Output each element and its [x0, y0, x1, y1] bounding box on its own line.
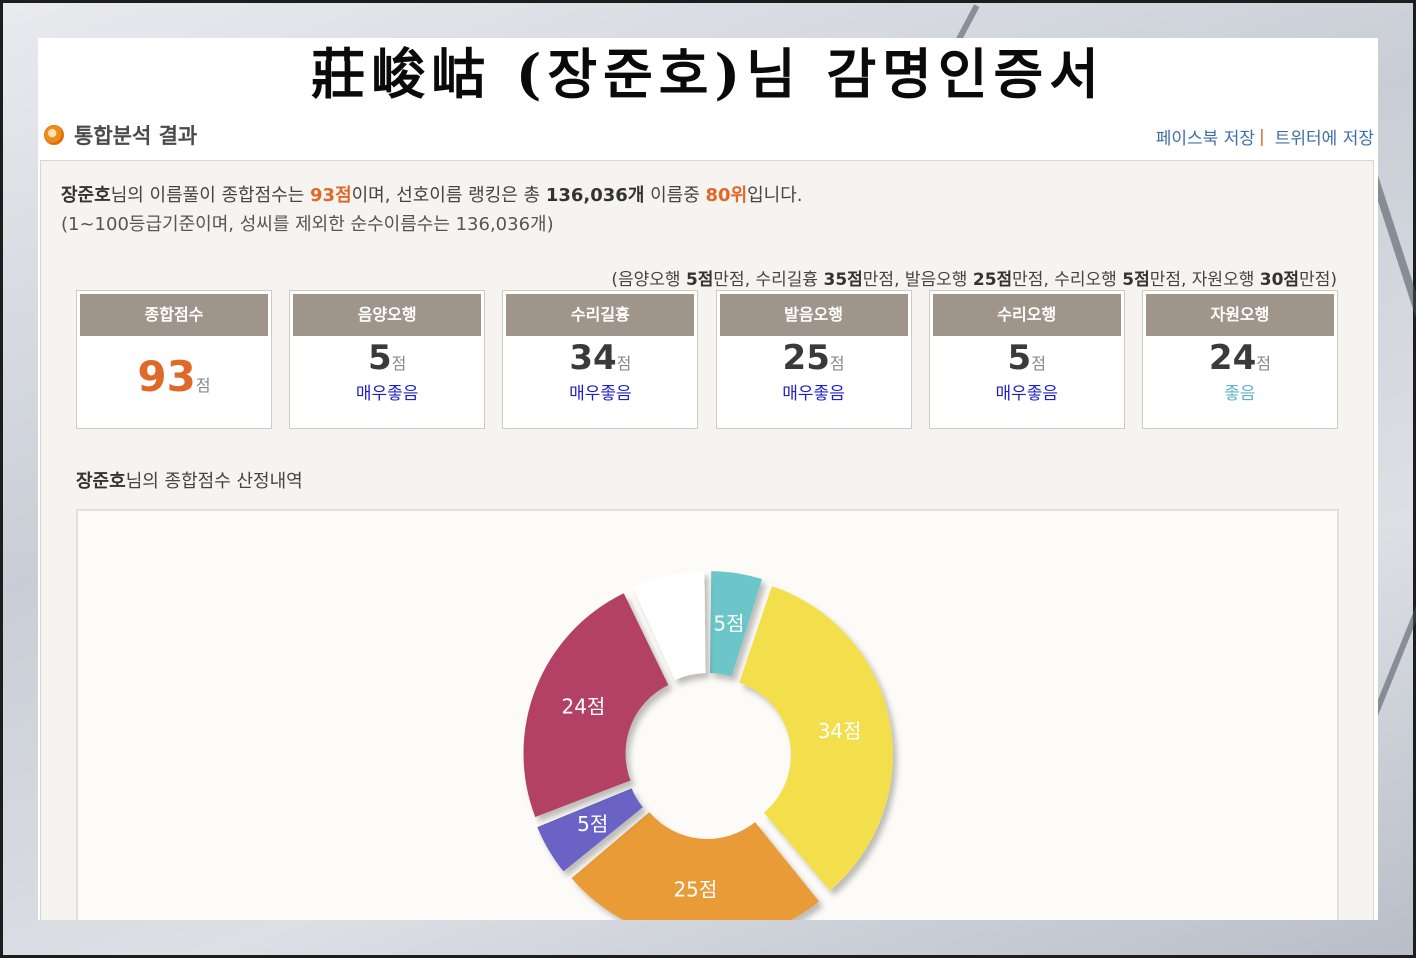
score-number: 25: [782, 338, 830, 378]
score-unit: 점: [829, 354, 845, 373]
score-boxes: 종합점수 93점 음양오행 5점 매우좋음 수리길흉 34점 매우좋음 발음오행…: [76, 290, 1338, 430]
score-box-jawon: 자원오행 24점 좋음: [1141, 290, 1338, 429]
slice-label: 5점: [577, 812, 608, 836]
note-text: 만점, 발음오행: [862, 270, 973, 290]
score-unit: 점: [391, 354, 407, 373]
slice-label: 24점: [561, 695, 605, 719]
section-title: 통합분석 결과: [74, 124, 198, 148]
share-separator: |: [1259, 126, 1265, 147]
summary-text: 입니다.: [747, 185, 803, 206]
twitter-save-link[interactable]: 트위터에 저장: [1275, 124, 1374, 149]
summary-note: (1~100등급기준이며, 성씨를 제외한 순수이름수는 136,036개): [61, 214, 554, 235]
certificate-title: 莊峻岵 (장준호)님 감명인증서: [311, 42, 1105, 106]
score-box-eumyang: 음양오행 5점 매우좋음: [289, 290, 486, 429]
score-number: 34: [569, 338, 617, 378]
score-box-suri-gilhyung: 수리길흉 34점 매우좋음: [502, 290, 699, 429]
summary-text: 이며, 선호이름 랭킹은 총: [351, 185, 546, 206]
slice-label: 25점: [673, 877, 717, 901]
note-text: 만점, 수리길흉: [713, 270, 824, 290]
score-box-total: 종합점수 93점: [76, 290, 272, 429]
score-unit: 점: [616, 354, 632, 373]
score-box-value: 34점: [503, 339, 697, 383]
score-grade: 매우좋음: [782, 384, 845, 404]
note-value: 25점: [972, 270, 1013, 290]
summary-text: 님의 이름풀이 종합점수는: [110, 185, 311, 206]
score-number: 5: [1007, 338, 1032, 378]
score-breakdown-chart: 5점 34점 25점 5점 24점: [76, 509, 1339, 920]
score-unit: 점: [1256, 354, 1271, 373]
max-score-note: (음양오행 5점만점, 수리길흉 35점만점, 발음오행 25점만점, 수리오행…: [611, 265, 1337, 290]
summary-rank: 80위: [705, 185, 748, 206]
note-text: 만점, 자원오행: [1149, 270, 1260, 290]
section-header: 통합분석 결과: [44, 120, 197, 150]
score-grade: 매우좋음: [355, 384, 419, 404]
score-number: 24: [1208, 338, 1257, 378]
score-grade: 매우좋음: [569, 384, 632, 404]
score-box-label: 수리오행: [932, 294, 1121, 336]
result-panel: 장준호님의 이름풀이 종합점수는 93점이며, 선호이름 랭킹은 총 136,0…: [40, 160, 1374, 920]
score-box-label: 발음오행: [719, 294, 908, 336]
summary-line: 장준호님의 이름풀이 종합점수는 93점이며, 선호이름 랭킹은 총 136,0…: [61, 181, 803, 207]
slice-label: 34점: [818, 719, 862, 743]
note-value: 5점: [1122, 270, 1150, 290]
score-unit: 점: [1031, 354, 1046, 373]
score-box-label: 수리길흉: [506, 294, 695, 336]
note-text: 만점): [1299, 270, 1337, 290]
score-grade: 좋음: [1224, 384, 1256, 404]
score-number: 93: [137, 352, 196, 401]
score-number: 5: [367, 338, 392, 378]
note-value: 5점: [685, 270, 714, 290]
score-box-label: 음양오행: [293, 294, 482, 336]
breakdown-heading: 장준호님의 종합점수 산정내역: [76, 467, 303, 493]
note-value: 30점: [1259, 270, 1300, 290]
score-box-label: 종합점수: [80, 294, 268, 336]
facebook-save-link[interactable]: 페이스북 저장: [1156, 124, 1255, 149]
bullet-icon: [44, 125, 64, 145]
note-value: 35점: [823, 270, 863, 290]
breakdown-name: 장준호: [76, 471, 126, 492]
certificate-sheet: 莊峻岵 (장준호)님 감명인증서 통합분석 결과 페이스북 저장 | 트위터에 …: [38, 38, 1378, 920]
summary-total: 136,036개: [545, 185, 645, 206]
summary-score: 93점: [310, 185, 352, 206]
score-box-label: 자원오행: [1145, 294, 1334, 336]
note-text: 만점, 수리오행: [1012, 270, 1123, 290]
score-box-suri-ohaeng: 수리오행 5점 매우좋음: [928, 290, 1125, 429]
share-links: 페이스북 저장 | 트위터에 저장: [1156, 124, 1374, 150]
summary-name: 장준호: [61, 185, 111, 206]
score-box-value: 5점: [930, 339, 1124, 383]
score-box-bareum: 발음오행 25점 매우좋음: [715, 290, 912, 429]
score-box-value: 24점: [1143, 339, 1337, 383]
score-box-value: 25점: [717, 339, 911, 383]
donut-chart: 5점 34점 25점 5점 24점: [523, 571, 893, 920]
breakdown-text: 님의 종합점수 산정내역: [125, 471, 303, 492]
summary-text: 이름중: [644, 185, 706, 206]
score-unit: 점: [195, 376, 211, 395]
score-box-value: 5점: [290, 339, 484, 383]
score-grade: 매우좋음: [995, 384, 1059, 404]
slice-label: 5점: [713, 612, 744, 636]
score-box-value: 93점: [77, 356, 271, 405]
note-text: (음양오행: [611, 270, 686, 290]
